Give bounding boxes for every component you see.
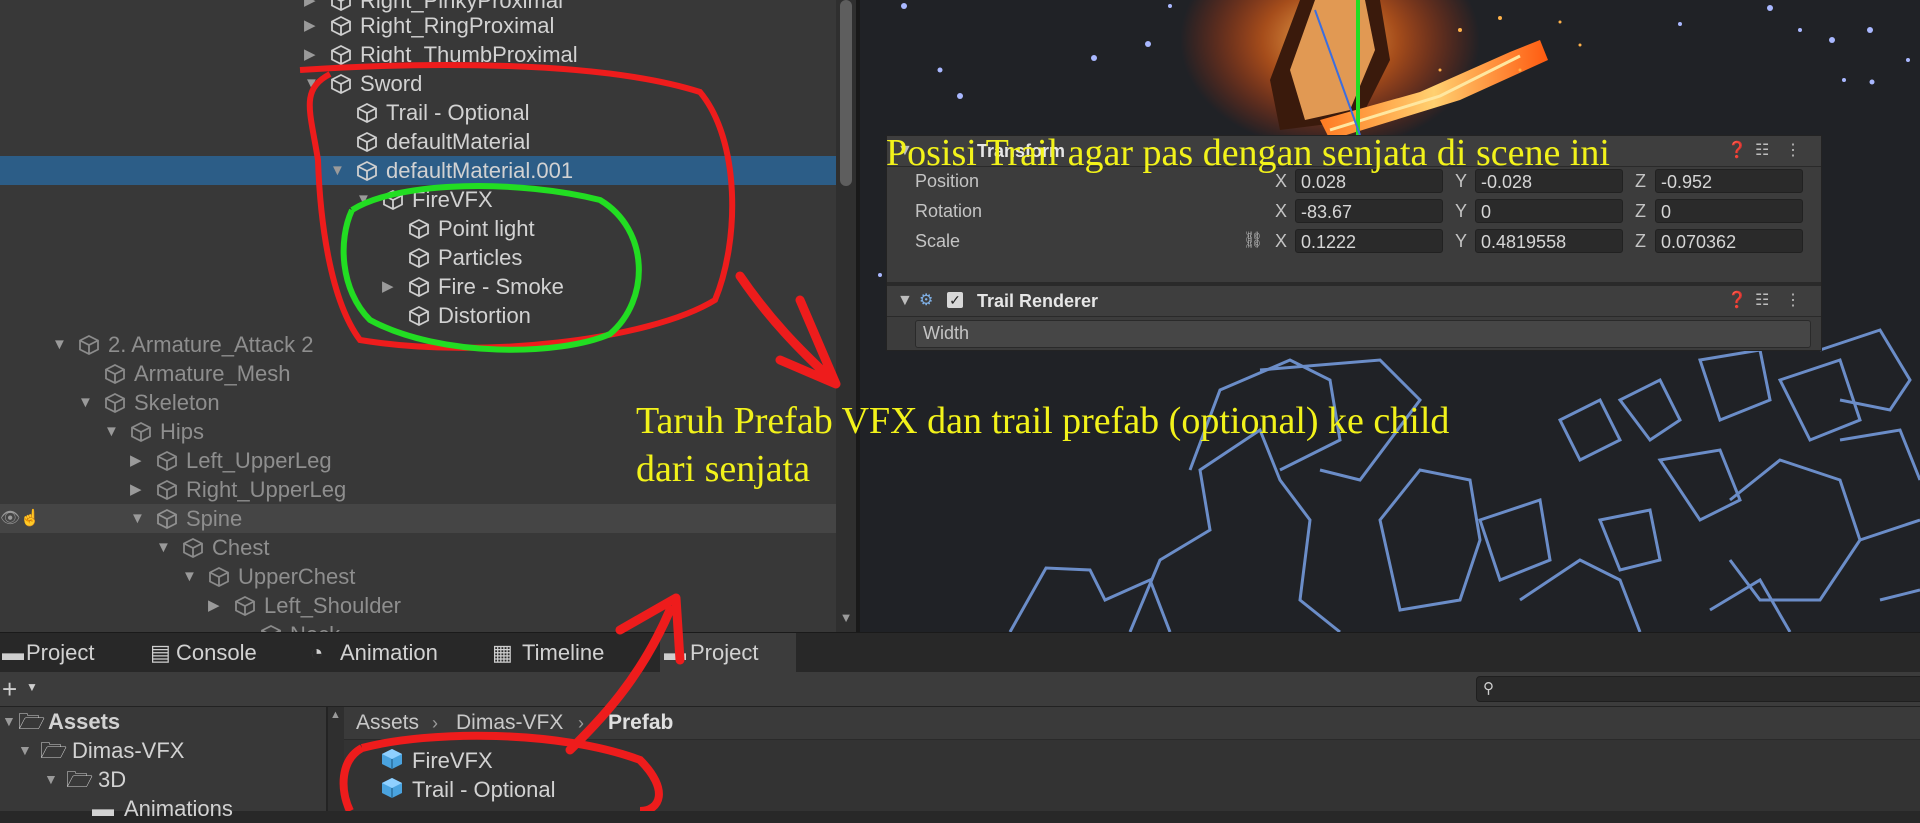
green-circle-annotation [340,183,642,353]
annotation-text-top: Posisi Trail agar pas dengan senjata di … [886,132,1610,174]
red-arrow-annotation [735,271,841,389]
annotation-text-mid-1: Taruh Prefab VFX dan trail prefab (optio… [636,400,1450,442]
red-arrow-annotation [565,593,685,755]
annotation-text-mid-2: dari senjata [636,448,811,490]
red-circle-annotation [339,731,663,811]
